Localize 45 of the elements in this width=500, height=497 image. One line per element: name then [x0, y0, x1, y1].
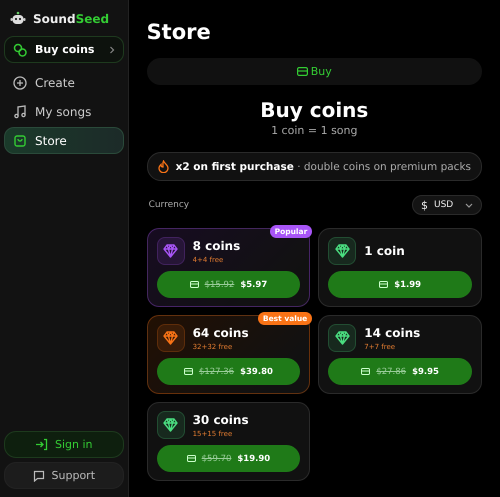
chat-icon: [32, 470, 45, 482]
diamond-icon: [334, 331, 350, 345]
buy-button[interactable]: $27.86 $9.95: [328, 358, 472, 385]
coins-icon: [13, 42, 27, 56]
robot-logo-icon: [10, 11, 26, 27]
card-icon: [184, 368, 193, 375]
currency-label: Currency: [148, 200, 190, 210]
subtitle: 1 coin = 1 song: [270, 124, 358, 137]
sign-in-icon: [35, 438, 48, 451]
sign-in-button[interactable]: Sign in: [4, 431, 124, 458]
buy-tab[interactable]: Buy: [290, 64, 338, 79]
buy-button[interactable]: $15.92 $5.97: [156, 271, 300, 298]
buy-button[interactable]: $59.70 $19.90: [156, 445, 300, 472]
nav-item[interactable]: My songs: [4, 98, 124, 125]
diamond-icon: [163, 331, 178, 345]
pack-name: 8 coins: [192, 238, 240, 252]
card-icon: [379, 281, 388, 288]
brand-name: SoundSeed: [33, 12, 110, 26]
nav-item[interactable]: Create: [4, 69, 124, 96]
pack-name: 64 coins: [192, 326, 249, 340]
diamond-icon: [334, 244, 350, 258]
chevron-right-icon: [108, 46, 115, 54]
page-title: Store: [146, 20, 212, 44]
bag-icon: [13, 134, 27, 148]
promo-text: x2 on first purchase · double coins on premium packs: [176, 160, 471, 172]
card-icon: [186, 455, 196, 462]
buy-button[interactable]: $127.36 $39.80: [156, 358, 300, 385]
flame-icon: [158, 160, 169, 173]
pack-name: 1 coin: [364, 244, 405, 258]
plus-circle-icon: [13, 76, 27, 90]
card-icon: [361, 368, 370, 375]
chevron-down-icon: [465, 202, 473, 208]
pack-name: 14 coins: [364, 326, 420, 340]
card-icon: [190, 281, 199, 288]
support-button[interactable]: Support: [4, 462, 124, 489]
pack-name: 30 coins: [192, 412, 249, 426]
nav-item[interactable]: Buy coins: [4, 36, 124, 63]
currency-dropdown[interactable]: $ USD: [412, 195, 482, 215]
buy-button[interactable]: $1.99: [328, 271, 472, 298]
diamond-icon: [163, 244, 178, 258]
card-icon: [296, 67, 308, 76]
section-title: Buy coins: [259, 98, 370, 122]
diamond-icon: [163, 418, 178, 432]
nav-item[interactable]: Store: [4, 127, 124, 154]
music-note-icon: [13, 104, 27, 118]
